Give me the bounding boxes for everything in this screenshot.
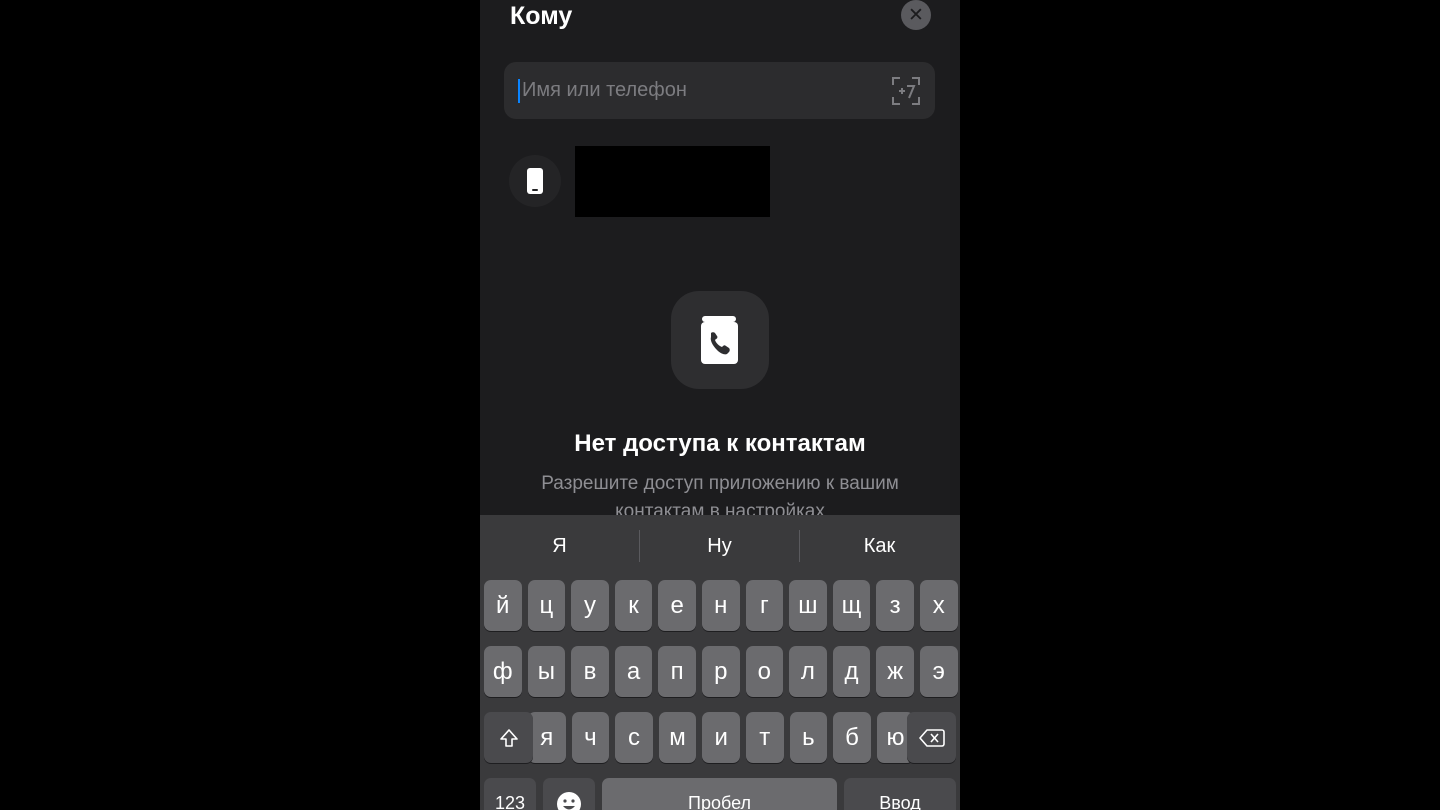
recent-contact-avatar[interactable] xyxy=(509,155,561,207)
key-л[interactable]: л xyxy=(789,646,827,697)
key-э[interactable]: э xyxy=(920,646,958,697)
text-cursor xyxy=(518,79,520,103)
empty-state-icon-container xyxy=(671,291,769,389)
suggestions-bar: Я Ну Как xyxy=(480,515,960,577)
suggestion-3[interactable]: Как xyxy=(800,515,959,577)
key-к[interactable]: к xyxy=(614,580,653,631)
key-ц[interactable]: ц xyxy=(527,580,566,631)
key-з[interactable]: з xyxy=(876,580,914,631)
key-ж[interactable]: ж xyxy=(876,646,914,697)
close-icon: ✕ xyxy=(908,4,924,26)
redacted-contact xyxy=(575,146,770,217)
shift-icon xyxy=(499,728,518,747)
key-и[interactable]: и xyxy=(702,712,740,763)
key-с[interactable]: с xyxy=(615,712,653,763)
close-button[interactable]: ✕ xyxy=(901,0,931,30)
key-б[interactable]: б xyxy=(833,712,871,763)
mobile-phone-icon xyxy=(527,168,543,194)
backspace-icon xyxy=(918,728,945,747)
key-п[interactable]: п xyxy=(658,646,696,697)
page-title: Кому xyxy=(510,2,573,30)
key-е[interactable]: е xyxy=(658,580,696,631)
numbers-key[interactable]: 123 xyxy=(484,778,536,810)
contacts-book-phone-icon xyxy=(701,316,738,364)
keyboard: Я Ну Как йцукенгшщзхфывапролджэячсмитьбю… xyxy=(480,515,960,810)
key-щ[interactable]: щ xyxy=(832,580,871,631)
plus-seven-scan-icon[interactable] xyxy=(891,76,921,106)
key-т[interactable]: т xyxy=(746,712,784,763)
phone-screen: Кому ✕ Нет доступа к контактам Разрешите… xyxy=(480,0,960,810)
key-д[interactable]: д xyxy=(832,646,871,697)
key-м[interactable]: м xyxy=(658,712,697,763)
key-ь[interactable]: ь xyxy=(789,712,828,763)
key-а[interactable]: а xyxy=(614,646,653,697)
key-ш[interactable]: ш xyxy=(789,580,827,631)
space-key[interactable]: Пробел xyxy=(602,778,837,810)
search-input[interactable] xyxy=(522,62,882,119)
emoji-icon xyxy=(557,791,581,810)
key-г[interactable]: г xyxy=(745,580,784,631)
key-ф[interactable]: ф xyxy=(484,646,522,697)
return-key[interactable]: Ввод xyxy=(844,778,956,810)
key-о[interactable]: о xyxy=(745,646,784,697)
key-х[interactable]: х xyxy=(920,580,958,631)
key-н[interactable]: н xyxy=(702,580,740,631)
key-р[interactable]: р xyxy=(702,646,740,697)
key-я[interactable]: я xyxy=(528,712,566,763)
empty-state-title: Нет доступа к контактам xyxy=(574,430,866,457)
suggestion-1[interactable]: Я xyxy=(480,515,639,577)
key-й[interactable]: й xyxy=(484,580,522,631)
shift-key[interactable] xyxy=(484,712,533,763)
key-ы[interactable]: ы xyxy=(527,646,566,697)
search-field[interactable] xyxy=(504,62,935,119)
suggestion-2[interactable]: Ну xyxy=(640,515,799,577)
key-в[interactable]: в xyxy=(571,646,609,697)
key-ч[interactable]: ч xyxy=(571,712,610,763)
key-у[interactable]: у xyxy=(571,580,609,631)
backspace-key[interactable] xyxy=(907,712,956,763)
emoji-key[interactable] xyxy=(543,778,595,810)
